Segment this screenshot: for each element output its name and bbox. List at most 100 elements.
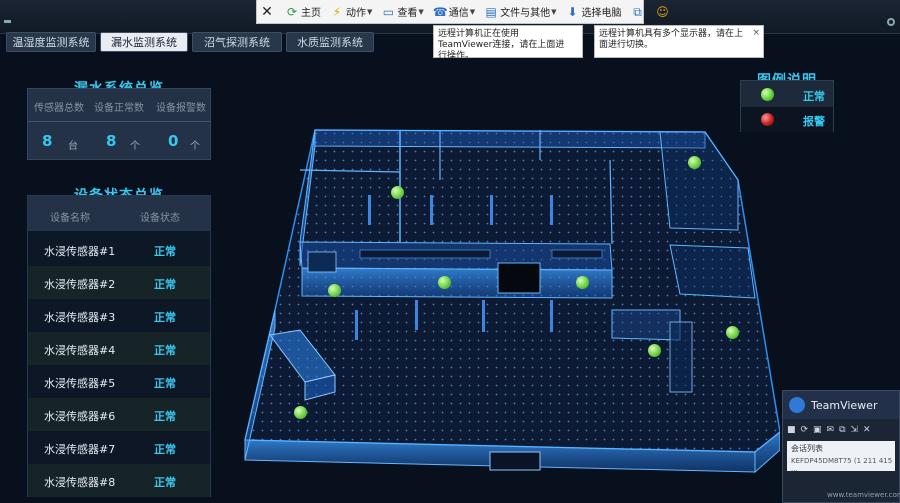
legend-label-alarm: 报警: [803, 115, 825, 128]
download-icon: ⬇: [567, 4, 578, 19]
device-name: 水浸传感器#2: [44, 278, 116, 291]
table-row[interactable]: 水浸传感器#2 正常: [28, 266, 210, 299]
legend-panel: 正常 报警: [740, 80, 834, 132]
device-status: 正常: [154, 377, 176, 390]
files-menu[interactable]: ▤ 文件与其他 ▼: [484, 4, 557, 20]
pillar: [368, 195, 371, 225]
tab-biogas[interactable]: 沼气探测系统: [192, 32, 282, 52]
teamviewer-url[interactable]: www.teamviewer.com: [827, 491, 900, 499]
device-name: 水浸传感器#5: [44, 377, 116, 390]
home-label: 主页: [301, 8, 321, 19]
actions-label: 动作: [346, 8, 366, 19]
table-row[interactable]: 水浸传感器#3 正常: [28, 299, 210, 332]
home-button[interactable]: ⟳ 主页: [285, 4, 321, 20]
overview-value-alarm: 0: [168, 132, 179, 150]
table-row[interactable]: 水浸传感器#4 正常: [28, 332, 210, 365]
sensor-dot-normal[interactable]: [648, 344, 661, 357]
overview-header-normal: 设备正常数: [94, 103, 144, 114]
table-row[interactable]: 水浸传感器#5 正常: [28, 365, 210, 398]
back-wall: [314, 129, 706, 149]
window-minimize-icon[interactable]: [4, 20, 11, 23]
table-row[interactable]: 水浸传感器#7 正常: [28, 431, 210, 464]
switch-screen-button[interactable]: ⧉: [631, 5, 647, 19]
sensor-dot-normal[interactable]: [294, 406, 307, 419]
overview-panel: 传感器总数 设备正常数 设备报警数 8 台 8 个 0 个: [27, 88, 211, 160]
tab-temperature-humidity[interactable]: 温湿度监测系统: [6, 32, 96, 52]
pillar: [550, 300, 553, 332]
session-list-header: 会话列表: [791, 444, 823, 453]
chevron-down-icon: ▼: [367, 7, 373, 16]
sensor-dot-normal[interactable]: [438, 276, 451, 289]
floor-plan-3d[interactable]: [240, 120, 780, 480]
pillar: [415, 300, 418, 330]
device-name: 水浸传感器#8: [44, 476, 116, 489]
view-label: 查看: [397, 8, 418, 19]
overview-value-total: 8: [42, 132, 53, 150]
device-status: 正常: [154, 311, 176, 324]
device-name: 水浸传感器#7: [44, 443, 116, 456]
overview-unit-total: 台: [68, 141, 78, 152]
status-table-header: 设备名称 设备状态: [28, 196, 210, 231]
switch-screen-icon: ⧉: [633, 4, 642, 19]
doorway: [497, 262, 541, 294]
chevron-down-icon: ▼: [418, 7, 424, 16]
session-list-item[interactable]: KEFDP45DM8T75 (1 211 415 ...: [791, 457, 895, 473]
device-status: 正常: [154, 443, 176, 456]
sensor-dot-normal[interactable]: [688, 156, 701, 169]
inner-wall-front: [301, 267, 613, 299]
overview-unit-normal: 个: [130, 141, 140, 152]
pillar: [482, 300, 485, 332]
sensor-dot-normal[interactable]: [726, 326, 739, 339]
tab-water-quality[interactable]: 水质监测系统: [286, 32, 374, 52]
pillar: [490, 195, 493, 225]
device-name: 水浸传感器#1: [44, 245, 116, 258]
teamviewer-title-bar: TeamViewer: [783, 391, 899, 419]
main-door: [489, 451, 541, 471]
legend-label-normal: 正常: [803, 90, 825, 103]
table-row[interactable]: 水浸传感器#1 正常: [28, 233, 210, 266]
green-dot-icon: [761, 88, 774, 101]
select-computer-button[interactable]: ⬇ 选择电脑: [566, 4, 622, 20]
sensor-dot-normal[interactable]: [328, 284, 341, 297]
room-right-top: [659, 131, 739, 231]
table-row[interactable]: 水浸传感器#8 正常: [28, 464, 210, 497]
table-row[interactable]: 水浸传感器#6 正常: [28, 398, 210, 431]
refresh-icon: ⟳: [286, 4, 298, 19]
feedback-button[interactable]: ☺: [656, 5, 672, 19]
close-button[interactable]: ✕: [260, 5, 276, 19]
teamviewer-logo-icon: [789, 397, 805, 413]
smile-icon: ☺: [656, 4, 669, 19]
device-status: 正常: [154, 245, 176, 258]
communicate-menu[interactable]: ☎ 通信 ▼: [432, 4, 475, 20]
header-device-name: 设备名称: [50, 213, 90, 224]
sensor-dot-normal[interactable]: [576, 276, 589, 289]
select-computer-label: 选择电脑: [581, 8, 622, 19]
teamviewer-action-icons[interactable]: ■⟳▣✉⧉⇲✕: [787, 425, 876, 435]
device-status: 正常: [154, 410, 176, 423]
pillar: [550, 195, 553, 225]
chevron-down-icon: ▼: [551, 7, 557, 16]
cabinet-row: [359, 249, 491, 259]
tab-water-leak[interactable]: 漏水监测系统: [100, 32, 188, 52]
cabinet-row: [551, 249, 603, 259]
actions-menu[interactable]: ⚡ 动作 ▼: [330, 4, 373, 20]
files-label: 文件与其他: [500, 8, 551, 19]
teamviewer-panel: TeamViewer ■⟳▣✉⧉⇲✕ 会话列表 KEFDP45DM8T75 (1…: [782, 390, 900, 503]
device-status: 正常: [154, 278, 176, 291]
phone-icon: ☎: [432, 4, 448, 19]
sensor-dot-normal[interactable]: [391, 186, 404, 199]
tooltip-teamviewer-connection: 远程计算机正在使用TeamViewer连接，请在上面进行操作。: [433, 25, 583, 61]
close-icon[interactable]: ×: [752, 28, 760, 39]
header-device-status: 设备状态: [140, 213, 180, 224]
monitor-icon: ▭: [382, 4, 395, 19]
window-settings-icon[interactable]: [887, 18, 895, 26]
device-name: 水浸传感器#6: [44, 410, 116, 423]
session-list[interactable]: 会话列表 KEFDP45DM8T75 (1 211 415 ...: [787, 441, 895, 473]
overview-header-total: 传感器总数: [34, 103, 84, 114]
view-menu[interactable]: ▭ 查看 ▼: [381, 4, 424, 20]
legend-item-normal: 正常: [741, 82, 833, 107]
overview-unit-alarm: 个: [190, 141, 200, 152]
red-dot-icon: [761, 113, 774, 126]
communicate-label: 通信: [448, 8, 469, 19]
tooltip-multi-monitor: 远程计算机具有多个显示器，请在上面进行切换。 ×: [594, 25, 764, 58]
